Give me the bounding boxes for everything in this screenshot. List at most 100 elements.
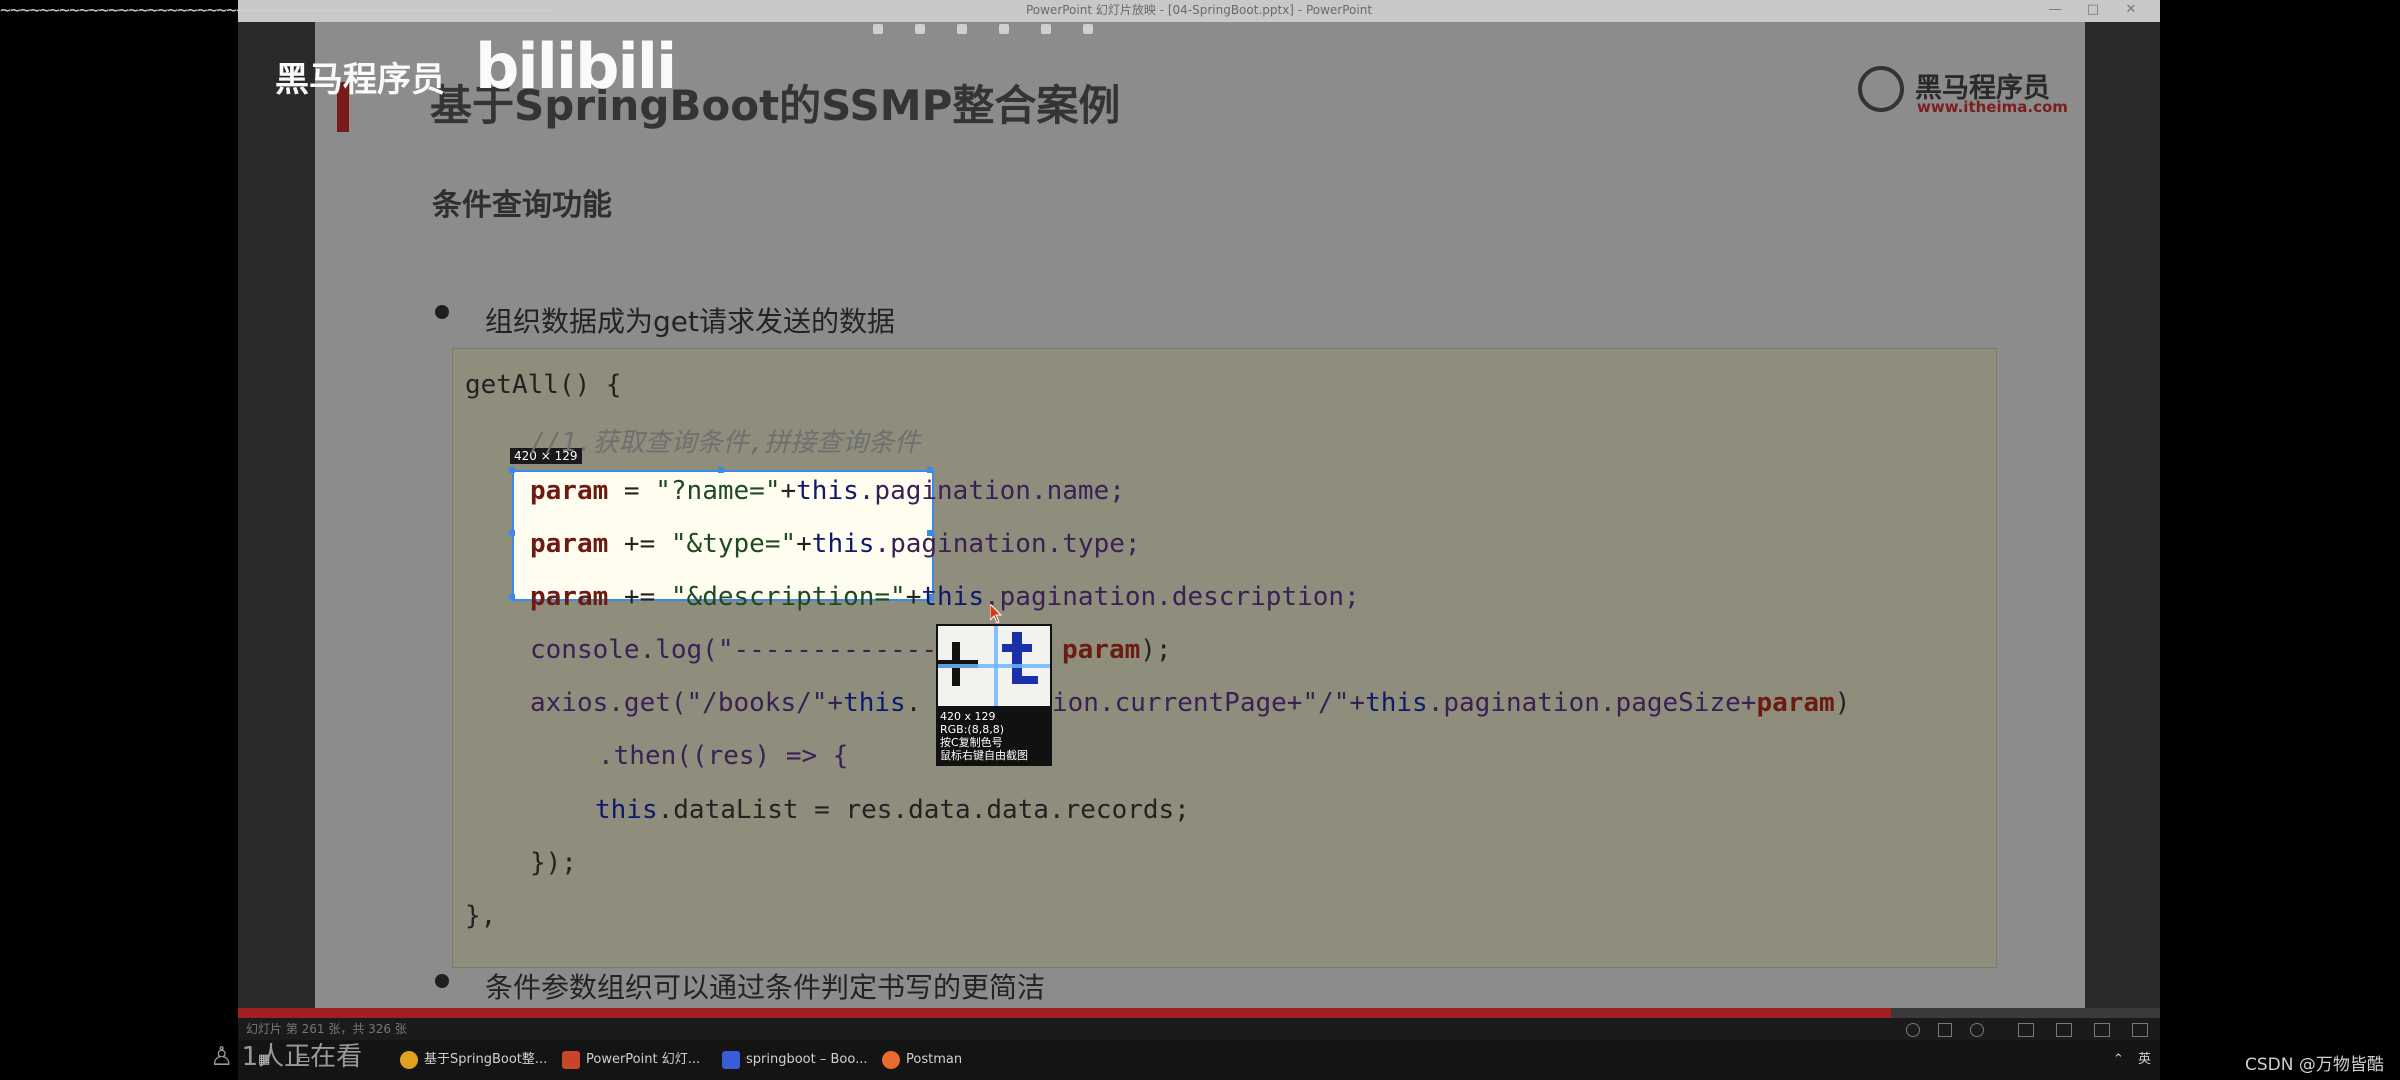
code-token: param bbox=[1756, 688, 1835, 718]
code-token: + bbox=[780, 476, 797, 506]
code-token: param bbox=[530, 582, 609, 612]
handle-dot bbox=[873, 24, 883, 34]
taskbar-label: PowerPoint 幻灯... bbox=[586, 1052, 701, 1067]
code-token: param bbox=[1062, 635, 1141, 665]
code-token: .dataList = res.data.data.records; bbox=[657, 795, 1190, 825]
minimize-button[interactable]: — bbox=[2038, 0, 2072, 20]
csdn-watermark: CSDN @万物皆酷 bbox=[2245, 1055, 2384, 1075]
code-line: param = "?name="+this.pagination.name; bbox=[530, 476, 1125, 506]
info-right-click-hint: 鼠标右键自由截图 bbox=[940, 749, 1028, 762]
code-token: . bbox=[905, 688, 922, 718]
tray-chevron-icon[interactable]: ⌃ bbox=[2113, 1040, 2124, 1080]
left-gutter bbox=[238, 22, 315, 1022]
code-token: .pagination.description; bbox=[984, 582, 1360, 612]
code-line: getAll() { bbox=[465, 370, 622, 400]
code-token: ) bbox=[1834, 688, 1851, 718]
handle-dot bbox=[957, 24, 967, 34]
resize-handle[interactable] bbox=[509, 530, 515, 536]
status-bar: 幻灯片 第 261 张，共 326 张 bbox=[238, 1018, 2160, 1040]
code-token: .pagination.type; bbox=[874, 529, 1141, 559]
code-line: .then((res) => { bbox=[598, 741, 849, 771]
code-token: param bbox=[530, 529, 609, 559]
code-token: = bbox=[608, 476, 656, 506]
taskbar-item-powerpoint[interactable]: PowerPoint 幻灯... bbox=[562, 1040, 700, 1080]
taskbar-item-chrome[interactable]: 基于SpringBoot整... bbox=[400, 1040, 547, 1080]
viewer-text: 1人正在看 bbox=[241, 1042, 363, 1072]
code-line: this.dataList = res.data.data.records; bbox=[595, 795, 1190, 825]
taskbar-label: 基于SpringBoot整... bbox=[424, 1052, 548, 1067]
code-string: "&type=" bbox=[670, 529, 797, 559]
magnified-plus-t-icon bbox=[938, 626, 1050, 706]
code-keyword: this bbox=[796, 476, 859, 506]
code-line: param += "&type="+this.pagination.type; bbox=[530, 529, 1141, 559]
code-keyword: this bbox=[921, 582, 984, 612]
bullet-text: 组织数据成为get请求发送的数据 bbox=[485, 305, 895, 338]
resize-handle[interactable] bbox=[509, 467, 515, 473]
chrome-icon bbox=[400, 1050, 418, 1069]
intellij-icon bbox=[722, 1050, 740, 1069]
code-token: + bbox=[905, 582, 922, 612]
postman-icon bbox=[882, 1050, 900, 1069]
taskbar-item-postman[interactable]: Postman bbox=[882, 1040, 962, 1080]
code-token: axios.get("/books/"+ bbox=[530, 688, 844, 718]
bullet-icon bbox=[435, 305, 449, 319]
handle-dot bbox=[915, 24, 925, 34]
resize-handle[interactable] bbox=[509, 594, 515, 600]
bullet-icon bbox=[435, 974, 449, 988]
magnifier-info: 420 x 129 RGB:(8,8,8) 按C复制色号 鼠标右键自由截图 bbox=[940, 710, 1052, 762]
taskbar-label: springboot – Boo... bbox=[746, 1052, 868, 1067]
grid-view-icon[interactable] bbox=[2056, 1023, 2072, 1037]
code-keyword: this bbox=[1365, 688, 1428, 718]
code-line: }, bbox=[465, 901, 497, 931]
magnifier-view bbox=[938, 626, 1050, 706]
powerpoint-icon bbox=[562, 1050, 580, 1069]
input-language[interactable]: 英 bbox=[2138, 1040, 2151, 1080]
viewer-count: ♙ 1人正在看 bbox=[210, 1036, 362, 1073]
taskbar: ▦ ▭ 基于SpringBoot整... PowerPoint 幻灯... sp… bbox=[238, 1040, 2160, 1080]
code-keyword: this bbox=[843, 688, 906, 718]
normal-view-icon[interactable] bbox=[1938, 1023, 1952, 1037]
logo-url: www.itheima.com bbox=[1917, 98, 2068, 116]
taskbar-label: Postman bbox=[906, 1052, 963, 1067]
maximize-button[interactable]: □ bbox=[2076, 0, 2110, 20]
right-gutter bbox=[2085, 22, 2160, 1022]
code-token: console.log("------------- bbox=[530, 635, 937, 665]
screenshot-magnifier: 420 x 129 RGB:(8,8,8) 按C复制色号 鼠标右键自由截图 bbox=[936, 624, 1052, 766]
wavy-decoration: ~~~~~~~~~~~~~~~~~~~~~~~~~~~~~~~~~~~~~~~~… bbox=[0, 0, 552, 21]
code-line: }); bbox=[530, 848, 577, 878]
slide-subtitle: 条件查询功能 bbox=[432, 188, 612, 223]
close-button[interactable]: ✕ bbox=[2114, 0, 2148, 20]
bullet-text: 条件参数组织可以通过条件判定书写的更简洁 bbox=[485, 971, 1046, 1004]
code-string: "&description=" bbox=[670, 582, 906, 612]
code-keyword: this bbox=[811, 529, 875, 559]
info-rgb: RGB:(8,8,8) bbox=[940, 723, 1004, 736]
viewer-icon: ♙ bbox=[210, 1042, 242, 1072]
play-icon[interactable] bbox=[1970, 1023, 1984, 1037]
bilibili-logo: bilibili bbox=[475, 30, 677, 103]
slide-sorter-icon[interactable] bbox=[2018, 1023, 2034, 1037]
heima-watermark: 黑马程序员 bbox=[275, 60, 445, 100]
resize-handle[interactable] bbox=[927, 467, 933, 473]
presenter-view-icon[interactable] bbox=[2132, 1023, 2148, 1037]
code-token: .pagination.name; bbox=[858, 476, 1125, 506]
code-token: ion.currentPage+"/"+ bbox=[1052, 688, 1366, 718]
code-line: param); bbox=[1062, 635, 1172, 665]
prev-icon[interactable] bbox=[1906, 1023, 1920, 1037]
code-line: param += "&description="+this.pagination… bbox=[530, 582, 1360, 612]
code-token: ); bbox=[1140, 635, 1172, 665]
resize-handle[interactable] bbox=[718, 467, 724, 473]
handle-dot bbox=[1083, 24, 1093, 34]
mouse-cursor-icon bbox=[990, 604, 1003, 624]
code-token: += bbox=[608, 529, 671, 559]
code-token: + bbox=[796, 529, 812, 559]
taskbar-item-intellij[interactable]: springboot – Boo... bbox=[722, 1040, 868, 1080]
code-comment: //1.获取查询条件,拼接查询条件 bbox=[530, 428, 921, 458]
info-size: 420 x 129 bbox=[940, 710, 996, 723]
reading-view-icon[interactable] bbox=[2094, 1023, 2110, 1037]
code-token: += bbox=[608, 582, 671, 612]
code-token: .pagination.pageSize+ bbox=[1427, 688, 1757, 718]
code-string: "?name=" bbox=[655, 476, 781, 506]
code-line: ion.currentPage+"/"+this.pagination.page… bbox=[1052, 688, 1850, 718]
code-keyword: this bbox=[595, 795, 658, 825]
handle-dot bbox=[1041, 24, 1051, 34]
